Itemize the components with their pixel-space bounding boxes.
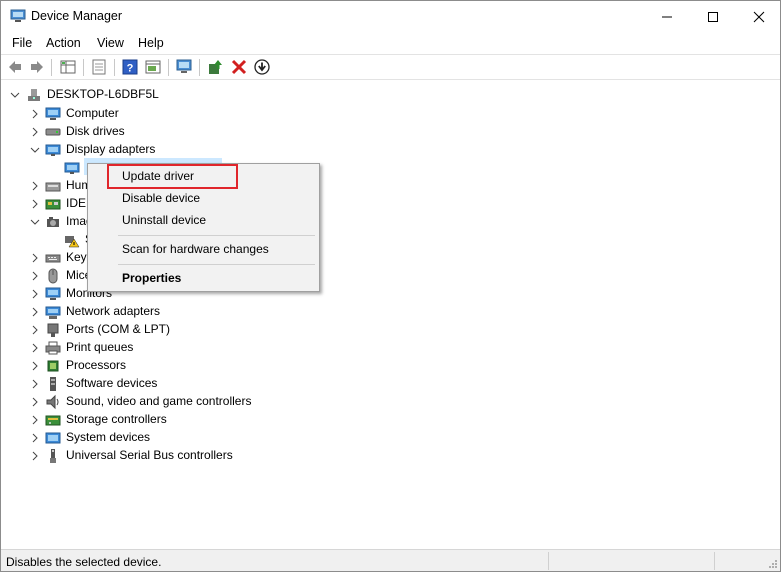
chevron-right-icon[interactable] bbox=[30, 181, 40, 191]
tree-item-label[interactable]: Sound, video and game controllers bbox=[66, 394, 251, 408]
download-icon[interactable] bbox=[253, 58, 271, 76]
chevron-right-icon[interactable] bbox=[30, 325, 40, 335]
display-adapter-icon bbox=[64, 162, 80, 174]
device-manager-window: Device Manager File Action View Help ? D… bbox=[0, 0, 781, 572]
toolbar: ? bbox=[1, 54, 780, 80]
chevron-right-icon[interactable] bbox=[30, 127, 40, 137]
tree-item-label[interactable]: Disk drives bbox=[66, 124, 125, 138]
toolbar-separator bbox=[51, 59, 52, 76]
processor-icon bbox=[47, 360, 59, 372]
menu-properties[interactable]: Properties bbox=[122, 271, 181, 285]
chevron-right-icon[interactable] bbox=[30, 415, 40, 425]
chevron-right-icon[interactable] bbox=[30, 433, 40, 443]
chevron-right-icon[interactable] bbox=[30, 199, 40, 209]
chevron-right-icon[interactable] bbox=[30, 379, 40, 389]
hid-icon bbox=[45, 182, 61, 192]
chevron-right-icon[interactable] bbox=[30, 451, 40, 461]
toolbar-separator bbox=[199, 59, 200, 76]
minimize-icon bbox=[662, 16, 672, 17]
port-icon bbox=[47, 323, 59, 337]
menu-disable-device[interactable]: Disable device bbox=[122, 191, 200, 205]
toolbar-separator bbox=[83, 59, 84, 76]
toolbar-separator bbox=[114, 59, 115, 76]
back-icon[interactable] bbox=[6, 58, 24, 76]
tree-item-label[interactable]: Storage controllers bbox=[66, 412, 167, 426]
menu-update-driver[interactable]: Update driver bbox=[122, 169, 194, 183]
maximize-icon bbox=[708, 11, 718, 22]
system-device-icon bbox=[45, 432, 61, 444]
network-adapter-icon bbox=[45, 306, 61, 319]
warning-camera-icon bbox=[65, 236, 80, 248]
tree-item-label[interactable]: Ports (COM & LPT) bbox=[66, 322, 170, 336]
menu-separator bbox=[118, 264, 315, 265]
close-button[interactable] bbox=[736, 1, 781, 32]
menu-uninstall-device[interactable]: Uninstall device bbox=[122, 213, 206, 227]
context-menu: Update driver Disable device Uninstall d… bbox=[87, 163, 320, 292]
monitor-icon bbox=[45, 287, 61, 300]
chevron-right-icon[interactable] bbox=[30, 343, 40, 353]
mouse-icon bbox=[48, 268, 58, 284]
tree-item-label[interactable]: Universal Serial Bus controllers bbox=[66, 448, 233, 462]
minimize-button[interactable] bbox=[644, 1, 690, 32]
tree-item-label[interactable]: Print queues bbox=[66, 340, 133, 354]
update-driver-icon[interactable] bbox=[206, 58, 224, 76]
driver-details-icon[interactable] bbox=[144, 58, 162, 76]
status-bar: Disables the selected device. bbox=[1, 549, 780, 571]
status-divider bbox=[548, 552, 549, 570]
chevron-right-icon[interactable] bbox=[30, 361, 40, 371]
storage-controller-icon bbox=[45, 415, 61, 426]
chevron-down-icon[interactable] bbox=[30, 145, 40, 155]
status-text: Disables the selected device. bbox=[6, 555, 162, 569]
toolbar-separator bbox=[168, 59, 169, 76]
disk-drive-icon bbox=[45, 128, 61, 136]
chevron-right-icon[interactable] bbox=[30, 397, 40, 407]
tree-item-label[interactable]: Network adapters bbox=[66, 304, 160, 318]
close-icon bbox=[753, 11, 765, 22]
chevron-right-icon[interactable] bbox=[30, 271, 40, 281]
ide-icon bbox=[45, 199, 61, 210]
chevron-down-icon[interactable] bbox=[30, 217, 40, 227]
tree-item-label[interactable]: Software devices bbox=[66, 376, 157, 390]
menu-separator bbox=[118, 235, 315, 236]
chevron-right-icon[interactable] bbox=[30, 253, 40, 263]
status-divider bbox=[714, 552, 715, 570]
monitor-icon[interactable] bbox=[175, 58, 193, 76]
root-label[interactable]: DESKTOP-L6DBF5L bbox=[47, 87, 159, 101]
speaker-icon bbox=[46, 394, 59, 410]
display-adapter-icon bbox=[45, 144, 61, 156]
tree-item-label[interactable]: Display adapters bbox=[66, 142, 155, 156]
chevron-right-icon[interactable] bbox=[30, 307, 40, 317]
tree-item-label[interactable]: System devices bbox=[66, 430, 150, 444]
computer-icon bbox=[45, 107, 61, 120]
computer-root-icon bbox=[28, 89, 40, 101]
menu-help[interactable]: Help bbox=[138, 36, 164, 50]
menu-bar: File Action View Help bbox=[1, 32, 780, 54]
software-device-icon bbox=[50, 377, 56, 391]
forward-icon[interactable] bbox=[28, 58, 46, 76]
tree-item-label[interactable]: Processors bbox=[66, 358, 126, 372]
window-title: Device Manager bbox=[31, 9, 123, 23]
printer-icon bbox=[45, 341, 61, 355]
keyboard-icon bbox=[45, 254, 61, 263]
chevron-right-icon[interactable] bbox=[30, 109, 40, 119]
show-hidden-icon[interactable] bbox=[90, 58, 108, 76]
chevron-down-icon[interactable] bbox=[10, 90, 20, 100]
menu-scan-hardware[interactable]: Scan for hardware changes bbox=[122, 242, 269, 256]
tree-item-label[interactable]: Computer bbox=[66, 106, 119, 120]
imaging-icon bbox=[47, 217, 59, 227]
svg-text:?: ? bbox=[127, 63, 134, 75]
usb-icon bbox=[50, 449, 56, 463]
title-bar[interactable]: Device Manager bbox=[1, 1, 780, 32]
menu-view[interactable]: View bbox=[97, 36, 124, 50]
uninstall-icon[interactable] bbox=[230, 58, 248, 76]
properties-grid-icon[interactable] bbox=[59, 58, 77, 76]
device-manager-app-icon bbox=[10, 9, 26, 22]
resize-grip-icon[interactable] bbox=[768, 559, 778, 569]
menu-file[interactable]: File bbox=[12, 36, 32, 50]
maximize-button[interactable] bbox=[690, 1, 736, 32]
chevron-right-icon[interactable] bbox=[30, 289, 40, 299]
menu-action[interactable]: Action bbox=[46, 36, 81, 50]
help-icon[interactable]: ? bbox=[121, 58, 139, 76]
